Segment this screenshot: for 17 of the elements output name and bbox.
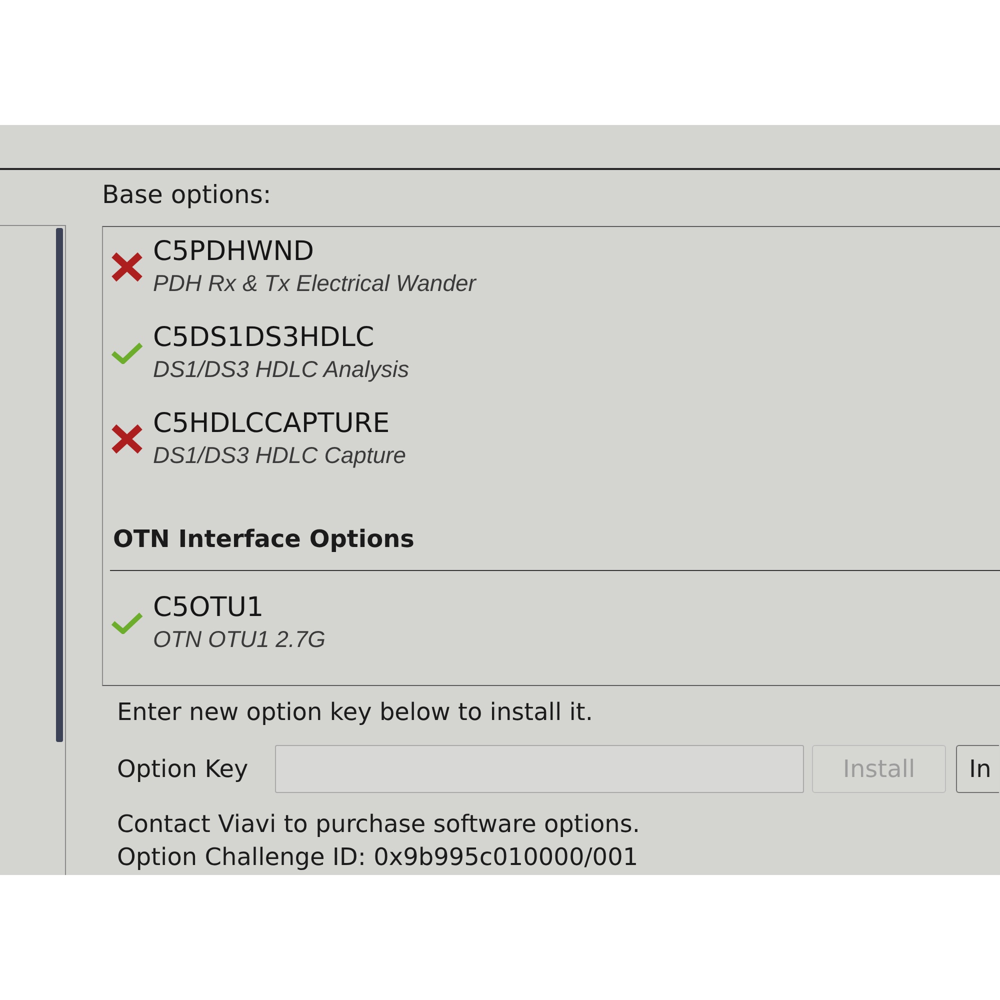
option-code: C5HDLCCAPTURE — [153, 409, 390, 439]
option-description: DS1/DS3 HDLC Analysis — [153, 355, 410, 383]
scrollbar-thumb[interactable] — [56, 228, 63, 742]
edge-button[interactable]: In — [956, 745, 999, 793]
option-code: C5DS1DS3HDLC — [153, 323, 374, 353]
section-label: Base options: — [102, 180, 272, 210]
contact-text: Contact Viavi to purchase software options. — [117, 809, 640, 840]
option-key-field[interactable] — [275, 745, 804, 793]
field-label: Option Key — [117, 754, 250, 784]
option-description: DS1/DS3 HDLC Capture — [153, 441, 406, 469]
option-description: PDH Rx & Tx Electrical Wander — [153, 269, 476, 297]
option-code: C5OTU1 — [153, 593, 264, 623]
instruction-text: Enter new option key below to install it. — [117, 697, 593, 727]
challenge-id-text: Option Challenge ID: 0x9b995c010000/001 — [117, 842, 638, 873]
option-description: OTN OTU1 2.7G — [153, 625, 326, 653]
group-heading: OTN Interface Options — [113, 524, 414, 554]
option-code: C5PDHWND — [153, 237, 314, 267]
